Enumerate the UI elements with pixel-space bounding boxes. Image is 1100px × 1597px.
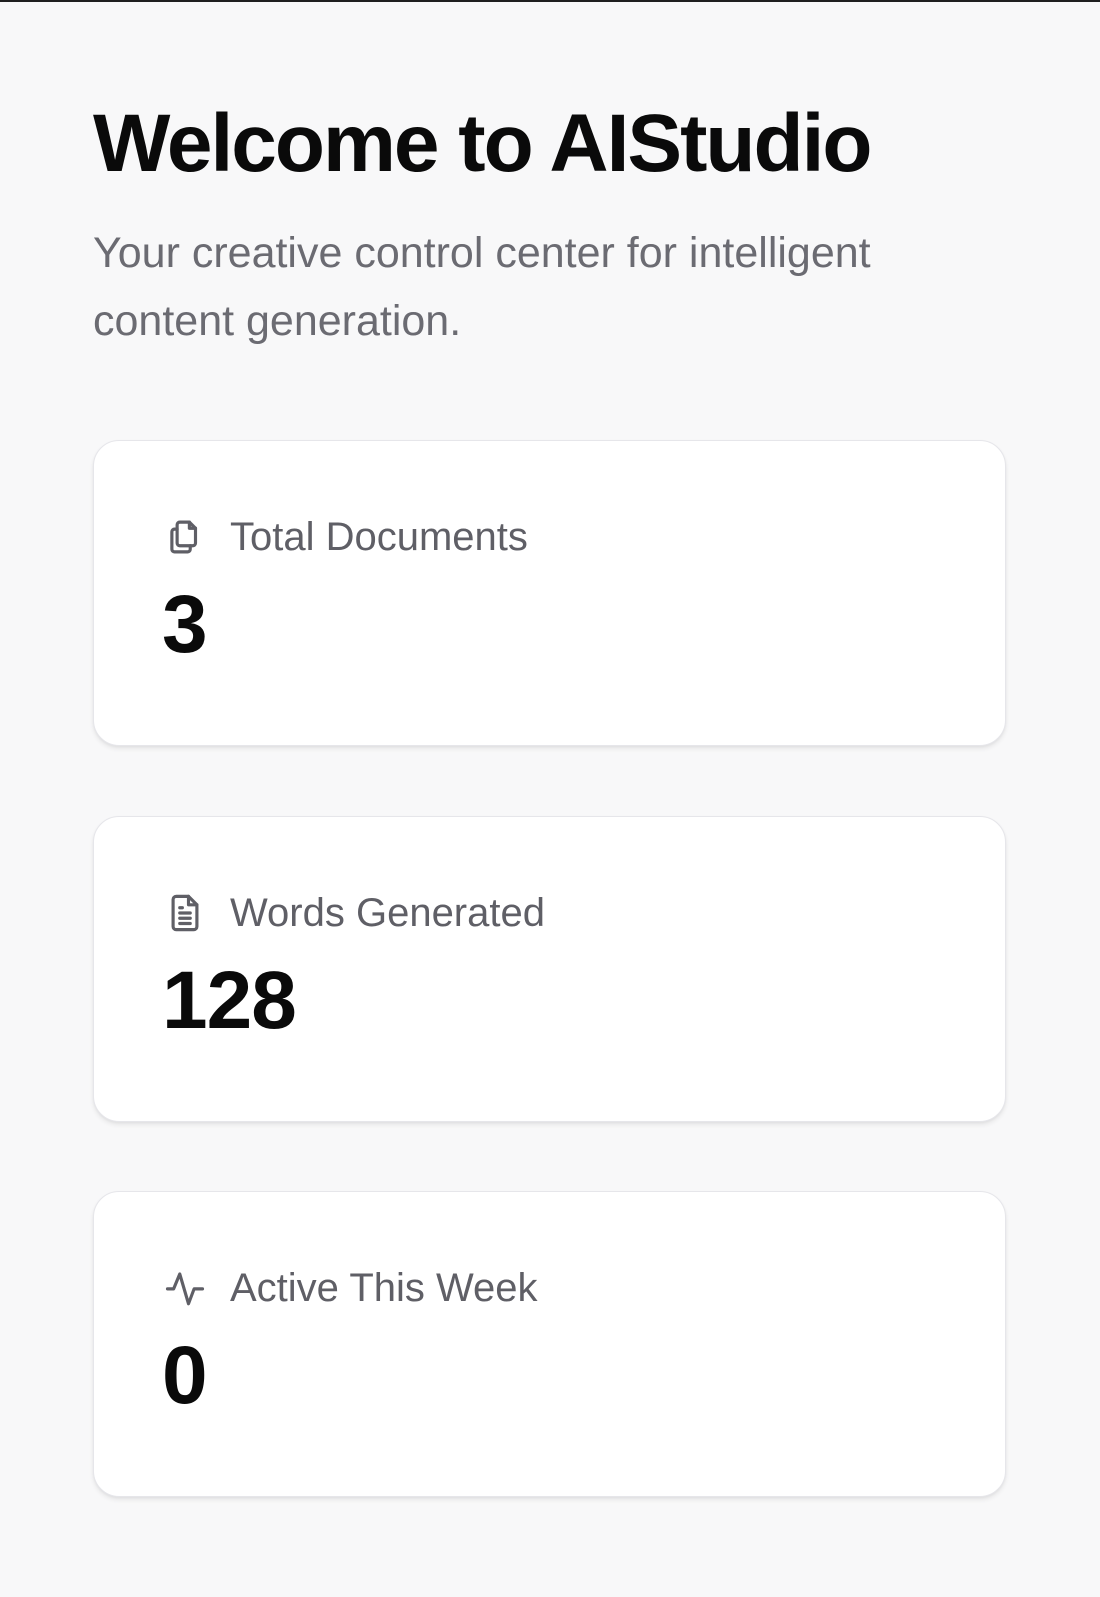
stat-card-header: Total Documents — [164, 509, 528, 565]
stat-label: Words Generated — [230, 891, 545, 935]
page-title: Welcome to AIStudio — [93, 98, 872, 189]
stat-card-header: Active This Week — [164, 1260, 538, 1316]
stat-card-words-generated: Words Generated 128 — [93, 816, 1006, 1122]
stat-card-total-documents: Total Documents 3 — [93, 440, 1006, 746]
stat-value: 0 — [162, 1330, 208, 1421]
stat-label: Active This Week — [230, 1266, 538, 1310]
stat-label: Total Documents — [230, 515, 528, 559]
stat-value: 3 — [162, 579, 208, 670]
stat-card-active-this-week: Active This Week 0 — [93, 1191, 1006, 1497]
file-text-icon — [164, 892, 206, 934]
documents-icon — [164, 516, 206, 558]
stat-card-header: Words Generated — [164, 885, 545, 941]
stat-value: 128 — [162, 955, 297, 1046]
page-subtitle: Your creative control center for intelli… — [93, 229, 871, 345]
activity-icon — [164, 1267, 206, 1309]
